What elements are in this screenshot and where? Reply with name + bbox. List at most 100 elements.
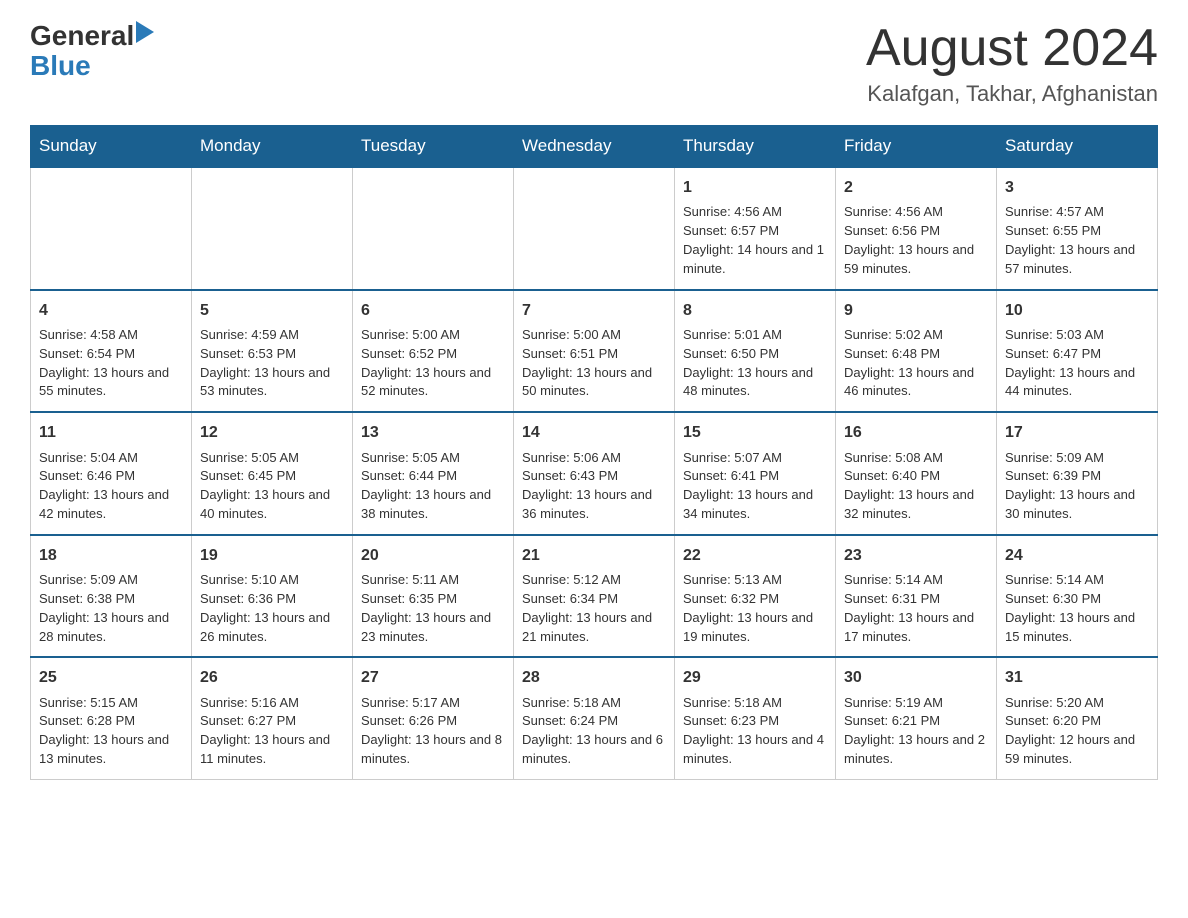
sunrise-text: Sunrise: 5:09 AM bbox=[39, 571, 183, 590]
day-number: 4 bbox=[39, 299, 183, 322]
daylight-text: Daylight: 13 hours and 36 minutes. bbox=[522, 486, 666, 524]
daylight-text: Daylight: 13 hours and 50 minutes. bbox=[522, 364, 666, 402]
title-area: August 2024 Kalafgan, Takhar, Afghanista… bbox=[866, 20, 1158, 107]
logo: General Blue bbox=[30, 20, 154, 82]
calendar-cell bbox=[353, 167, 514, 290]
calendar-cell: 1Sunrise: 4:56 AMSunset: 6:57 PMDaylight… bbox=[675, 167, 836, 290]
daylight-text: Daylight: 13 hours and 15 minutes. bbox=[1005, 609, 1149, 647]
daylight-text: Daylight: 13 hours and 6 minutes. bbox=[522, 731, 666, 769]
sunset-text: Sunset: 6:34 PM bbox=[522, 590, 666, 609]
daylight-text: Daylight: 13 hours and 40 minutes. bbox=[200, 486, 344, 524]
calendar-cell: 6Sunrise: 5:00 AMSunset: 6:52 PMDaylight… bbox=[353, 290, 514, 413]
sunrise-text: Sunrise: 4:56 AM bbox=[683, 203, 827, 222]
daylight-text: Daylight: 13 hours and 8 minutes. bbox=[361, 731, 505, 769]
day-number: 27 bbox=[361, 666, 505, 689]
sunset-text: Sunset: 6:32 PM bbox=[683, 590, 827, 609]
calendar-cell bbox=[31, 167, 192, 290]
daylight-text: Daylight: 13 hours and 59 minutes. bbox=[844, 241, 988, 279]
sunrise-text: Sunrise: 5:10 AM bbox=[200, 571, 344, 590]
day-number: 14 bbox=[522, 421, 666, 444]
day-number: 22 bbox=[683, 544, 827, 567]
sunset-text: Sunset: 6:20 PM bbox=[1005, 712, 1149, 731]
sunrise-text: Sunrise: 5:08 AM bbox=[844, 449, 988, 468]
daylight-text: Daylight: 13 hours and 38 minutes. bbox=[361, 486, 505, 524]
sunrise-text: Sunrise: 5:20 AM bbox=[1005, 694, 1149, 713]
sunrise-text: Sunrise: 5:06 AM bbox=[522, 449, 666, 468]
sunrise-text: Sunrise: 5:19 AM bbox=[844, 694, 988, 713]
sunset-text: Sunset: 6:39 PM bbox=[1005, 467, 1149, 486]
sunset-text: Sunset: 6:40 PM bbox=[844, 467, 988, 486]
calendar-cell: 16Sunrise: 5:08 AMSunset: 6:40 PMDayligh… bbox=[836, 412, 997, 535]
logo-arrow-icon bbox=[136, 21, 154, 48]
sunrise-text: Sunrise: 5:00 AM bbox=[522, 326, 666, 345]
day-number: 19 bbox=[200, 544, 344, 567]
calendar-table: Sunday Monday Tuesday Wednesday Thursday… bbox=[30, 125, 1158, 780]
calendar-cell: 17Sunrise: 5:09 AMSunset: 6:39 PMDayligh… bbox=[997, 412, 1158, 535]
sunset-text: Sunset: 6:35 PM bbox=[361, 590, 505, 609]
sunrise-text: Sunrise: 5:04 AM bbox=[39, 449, 183, 468]
day-number: 20 bbox=[361, 544, 505, 567]
day-number: 24 bbox=[1005, 544, 1149, 567]
sunset-text: Sunset: 6:43 PM bbox=[522, 467, 666, 486]
sunrise-text: Sunrise: 5:16 AM bbox=[200, 694, 344, 713]
sunrise-text: Sunrise: 5:09 AM bbox=[1005, 449, 1149, 468]
day-number: 2 bbox=[844, 176, 988, 199]
sunset-text: Sunset: 6:44 PM bbox=[361, 467, 505, 486]
day-number: 12 bbox=[200, 421, 344, 444]
calendar-cell: 20Sunrise: 5:11 AMSunset: 6:35 PMDayligh… bbox=[353, 535, 514, 658]
sunset-text: Sunset: 6:51 PM bbox=[522, 345, 666, 364]
sunset-text: Sunset: 6:50 PM bbox=[683, 345, 827, 364]
daylight-text: Daylight: 12 hours and 59 minutes. bbox=[1005, 731, 1149, 769]
daylight-text: Daylight: 13 hours and 21 minutes. bbox=[522, 609, 666, 647]
sunrise-text: Sunrise: 5:01 AM bbox=[683, 326, 827, 345]
day-number: 31 bbox=[1005, 666, 1149, 689]
calendar-cell: 26Sunrise: 5:16 AMSunset: 6:27 PMDayligh… bbox=[192, 657, 353, 779]
calendar-cell: 11Sunrise: 5:04 AMSunset: 6:46 PMDayligh… bbox=[31, 412, 192, 535]
logo-blue-text: Blue bbox=[30, 50, 91, 82]
sunrise-text: Sunrise: 5:05 AM bbox=[200, 449, 344, 468]
daylight-text: Daylight: 13 hours and 19 minutes. bbox=[683, 609, 827, 647]
day-number: 23 bbox=[844, 544, 988, 567]
header-tuesday: Tuesday bbox=[353, 126, 514, 168]
calendar-cell: 14 Sunrise: 5:06 AMSunset: 6:43 PMDayligh… bbox=[514, 412, 675, 535]
calendar-cell: 9Sunrise: 5:02 AMSunset: 6:48 PMDaylight… bbox=[836, 290, 997, 413]
day-number: 10 bbox=[1005, 299, 1149, 322]
calendar-cell: 21Sunrise: 5:12 AMSunset: 6:34 PMDayligh… bbox=[514, 535, 675, 658]
sunrise-text: Sunrise: 5:18 AM bbox=[683, 694, 827, 713]
day-number: 5 bbox=[200, 299, 344, 322]
daylight-text: Daylight: 13 hours and 23 minutes. bbox=[361, 609, 505, 647]
sunrise-text: Sunrise: 5:17 AM bbox=[361, 694, 505, 713]
sunrise-text: Sunrise: 5:18 AM bbox=[522, 694, 666, 713]
daylight-text: Daylight: 13 hours and 53 minutes. bbox=[200, 364, 344, 402]
weekday-header-row: Sunday Monday Tuesday Wednesday Thursday… bbox=[31, 126, 1158, 168]
sunrise-text: Sunrise: 4:57 AM bbox=[1005, 203, 1149, 222]
sunset-text: Sunset: 6:24 PM bbox=[522, 712, 666, 731]
calendar-cell: 5Sunrise: 4:59 AMSunset: 6:53 PMDaylight… bbox=[192, 290, 353, 413]
sunrise-text: Sunrise: 5:15 AM bbox=[39, 694, 183, 713]
daylight-text: Daylight: 13 hours and 17 minutes. bbox=[844, 609, 988, 647]
sunset-text: Sunset: 6:57 PM bbox=[683, 222, 827, 241]
day-number: 13 bbox=[361, 421, 505, 444]
sunset-text: Sunset: 6:23 PM bbox=[683, 712, 827, 731]
day-number: 6 bbox=[361, 299, 505, 322]
daylight-text: Daylight: 13 hours and 44 minutes. bbox=[1005, 364, 1149, 402]
daylight-text: Daylight: 13 hours and 55 minutes. bbox=[39, 364, 183, 402]
sunset-text: Sunset: 6:31 PM bbox=[844, 590, 988, 609]
calendar-cell: 25Sunrise: 5:15 AMSunset: 6:28 PMDayligh… bbox=[31, 657, 192, 779]
day-number: 26 bbox=[200, 666, 344, 689]
sunrise-text: Sunrise: 5:05 AM bbox=[361, 449, 505, 468]
day-number: 7 bbox=[522, 299, 666, 322]
sunrise-text: Sunrise: 5:03 AM bbox=[1005, 326, 1149, 345]
sunset-text: Sunset: 6:30 PM bbox=[1005, 590, 1149, 609]
daylight-text: Daylight: 13 hours and 28 minutes. bbox=[39, 609, 183, 647]
calendar-cell: 3Sunrise: 4:57 AMSunset: 6:55 PMDaylight… bbox=[997, 167, 1158, 290]
sunrise-text: Sunrise: 5:12 AM bbox=[522, 571, 666, 590]
sunset-text: Sunset: 6:56 PM bbox=[844, 222, 988, 241]
daylight-text: Daylight: 13 hours and 26 minutes. bbox=[200, 609, 344, 647]
month-title: August 2024 bbox=[866, 20, 1158, 77]
calendar-cell: 28Sunrise: 5:18 AMSunset: 6:24 PMDayligh… bbox=[514, 657, 675, 779]
calendar-cell bbox=[192, 167, 353, 290]
calendar-cell: 27Sunrise: 5:17 AMSunset: 6:26 PMDayligh… bbox=[353, 657, 514, 779]
header-thursday: Thursday bbox=[675, 126, 836, 168]
calendar-cell: 19Sunrise: 5:10 AMSunset: 6:36 PMDayligh… bbox=[192, 535, 353, 658]
